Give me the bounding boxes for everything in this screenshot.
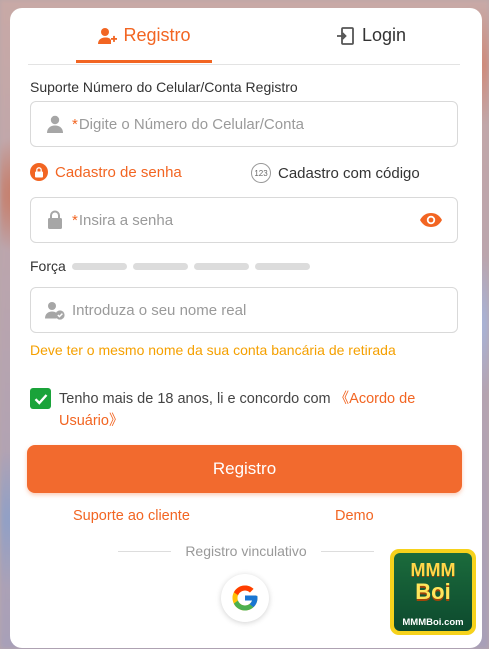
password-strength: Força [30, 258, 310, 274]
numeric-code-icon: 123 [251, 163, 271, 183]
tab-register-label: Registro [123, 25, 191, 45]
realname-input[interactable] [72, 288, 457, 332]
lock-icon [30, 163, 48, 181]
divider-line [320, 550, 375, 552]
strength-bar [254, 262, 310, 270]
badge-artwork: MMM Boi MMMBoi.com [394, 553, 472, 631]
user-icon [44, 113, 66, 135]
badge-url: MMMBoi.com [402, 617, 464, 628]
badge-line1: MMM [410, 560, 456, 580]
google-login-button[interactable] [221, 574, 269, 622]
strength-bar [193, 262, 249, 270]
social-login-divider: Registro vinculativo [118, 543, 375, 559]
password-input[interactable] [78, 198, 419, 242]
realname-hint: Deve ter o mesmo nome da sua conta bancá… [30, 342, 396, 358]
demo-link[interactable]: Demo [335, 508, 374, 524]
add-user-icon [98, 27, 118, 44]
tab-register[interactable]: Registro [75, 8, 213, 63]
password-required-mark: * [72, 211, 78, 229]
tab-login[interactable]: Login [326, 8, 416, 63]
strength-label: Força [30, 258, 66, 274]
tab-bar: Registro Login [28, 8, 460, 65]
phone-field[interactable]: * [30, 101, 458, 147]
verified-user-icon [44, 299, 66, 321]
badge-line2: Boi [415, 579, 451, 604]
phone-label: Suporte Número do Celular/Conta Registro [30, 79, 298, 95]
padlock-icon [44, 209, 66, 231]
agreement-text: Tenho mais de 18 anos, li e concordo com [59, 391, 335, 407]
customer-support-link[interactable]: Suporte ao cliente [73, 508, 190, 524]
mode-password-label: Cadastro de senha [55, 163, 182, 181]
strength-bar [132, 262, 188, 270]
password-field[interactable]: * [30, 197, 458, 243]
show-password-eye-icon[interactable] [419, 212, 443, 228]
agreement-text-block: Tenho mais de 18 anos, li e concordo com… [59, 388, 449, 432]
mode-code-signup[interactable]: 123 Cadastro com código [251, 163, 420, 183]
tab-login-label: Login [361, 25, 407, 45]
google-icon [232, 585, 258, 611]
divider-label: Registro vinculativo [185, 543, 307, 559]
phone-required-mark: * [72, 115, 78, 133]
divider-line [118, 550, 172, 552]
login-door-icon [336, 26, 354, 45]
checkmark-icon [34, 393, 47, 405]
mode-password-signup[interactable]: Cadastro de senha [30, 163, 182, 181]
mode-code-label: Cadastro com código [278, 164, 420, 182]
mmmboi-logo-badge: MMM Boi MMMBoi.com [390, 549, 476, 635]
phone-input[interactable] [78, 102, 457, 146]
agreement-checkbox[interactable] [30, 388, 51, 409]
active-tab-indicator [76, 60, 212, 63]
realname-field[interactable] [30, 287, 458, 333]
strength-bar [71, 262, 127, 270]
register-submit-button[interactable]: Registro [27, 445, 462, 493]
